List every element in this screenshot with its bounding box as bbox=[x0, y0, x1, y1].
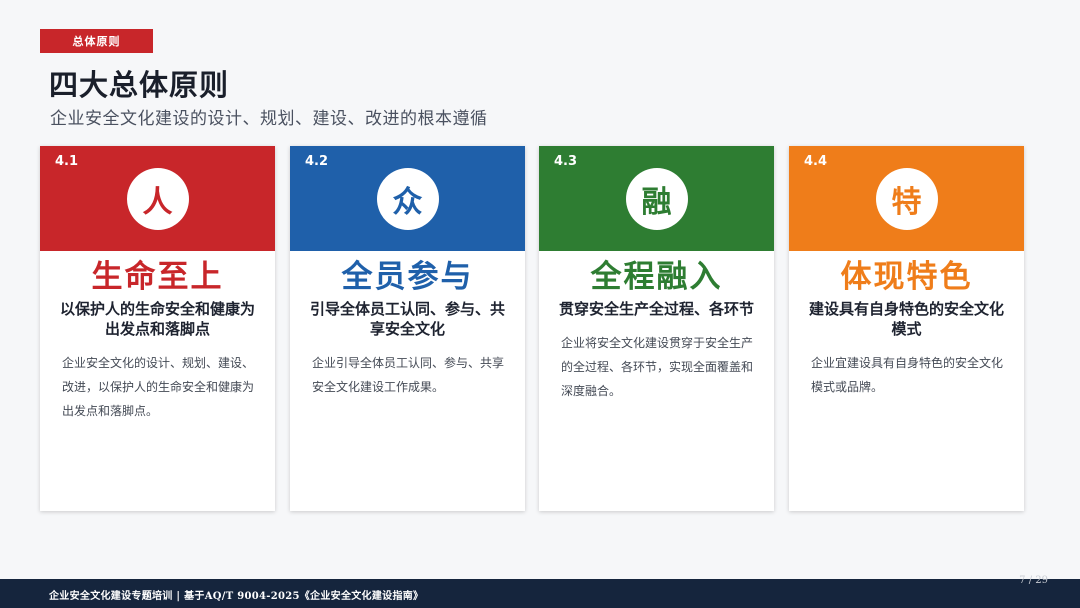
page-title: 四大总体原则 bbox=[49, 68, 230, 102]
page-subtitle: 企业安全文化建设的设计、规划、建设、改进的根本遵循 bbox=[50, 109, 488, 129]
card-heading: 体现特色 bbox=[840, 259, 973, 295]
card-header: 4.1 人 bbox=[40, 146, 275, 251]
footer-text: 企业安全文化建设专题培训 | 基于AQ/T 9004-2025《企业安全文化建设… bbox=[49, 591, 424, 602]
card-subheading: 以保护人的生命安全和健康为出发点和落脚点 bbox=[59, 300, 255, 338]
principle-card-1: 4.1 人 生命至上 以保护人的生命安全和健康为出发点和落脚点 企业安全文化的设… bbox=[40, 146, 275, 511]
principle-cards: 4.1 人 生命至上 以保护人的生命安全和健康为出发点和落脚点 企业安全文化的设… bbox=[40, 146, 1024, 511]
footer-bar: 企业安全文化建设专题培训 | 基于AQ/T 9004-2025《企业安全文化建设… bbox=[0, 579, 1080, 608]
principle-card-4: 4.4 特 体现特色 建设具有自身特色的安全文化模式 企业宜建设具有自身特色的安… bbox=[789, 146, 1024, 511]
card-subheading: 引导全体员工认同、参与、共享安全文化 bbox=[309, 300, 505, 338]
card-glyph-circle: 人 bbox=[126, 168, 189, 230]
card-description: 企业引导全体员工认同、参与、共享安全文化建设工作成果。 bbox=[312, 356, 505, 394]
card-subheading: 贯穿安全生产全过程、各环节 bbox=[558, 300, 754, 318]
card-header: 4.3 融 bbox=[539, 146, 774, 251]
card-number: 4.2 bbox=[305, 154, 329, 169]
card-description: 企业将安全文化建设贯穿于安全生产的全过程、各环节，实现全面覆盖和深度融合。 bbox=[561, 336, 754, 398]
principle-card-3: 4.3 融 全程融入 贯穿安全生产全过程、各环节 企业将安全文化建设贯穿于安全生… bbox=[539, 146, 774, 511]
card-heading: 全员参与 bbox=[341, 259, 474, 295]
card-heading: 生命至上 bbox=[91, 259, 224, 295]
card-number: 4.4 bbox=[804, 154, 828, 169]
card-description: 企业安全文化的设计、规划、建设、改进，以保护人的生命安全和健康为出发点和落脚点。 bbox=[62, 356, 255, 418]
principle-card-2: 4.2 众 全员参与 引导全体员工认同、参与、共享安全文化 企业引导全体员工认同… bbox=[290, 146, 525, 511]
card-number: 4.3 bbox=[554, 154, 578, 169]
card-glyph-circle: 众 bbox=[376, 168, 439, 230]
page-number: 7 / 29 bbox=[1019, 575, 1048, 586]
card-heading: 全程融入 bbox=[590, 259, 723, 295]
card-description: 企业宜建设具有自身特色的安全文化模式或品牌。 bbox=[811, 356, 1004, 394]
section-tag: 总体原则 bbox=[40, 29, 153, 53]
card-subheading: 建设具有自身特色的安全文化模式 bbox=[808, 300, 1004, 338]
card-header: 4.4 特 bbox=[789, 146, 1024, 251]
card-number: 4.1 bbox=[55, 154, 79, 169]
slide: 总体原则 四大总体原则 企业安全文化建设的设计、规划、建设、改进的根本遵循 4.… bbox=[0, 0, 1080, 608]
card-glyph-circle: 特 bbox=[875, 168, 938, 230]
card-header: 4.2 众 bbox=[290, 146, 525, 251]
card-glyph-circle: 融 bbox=[625, 168, 688, 230]
